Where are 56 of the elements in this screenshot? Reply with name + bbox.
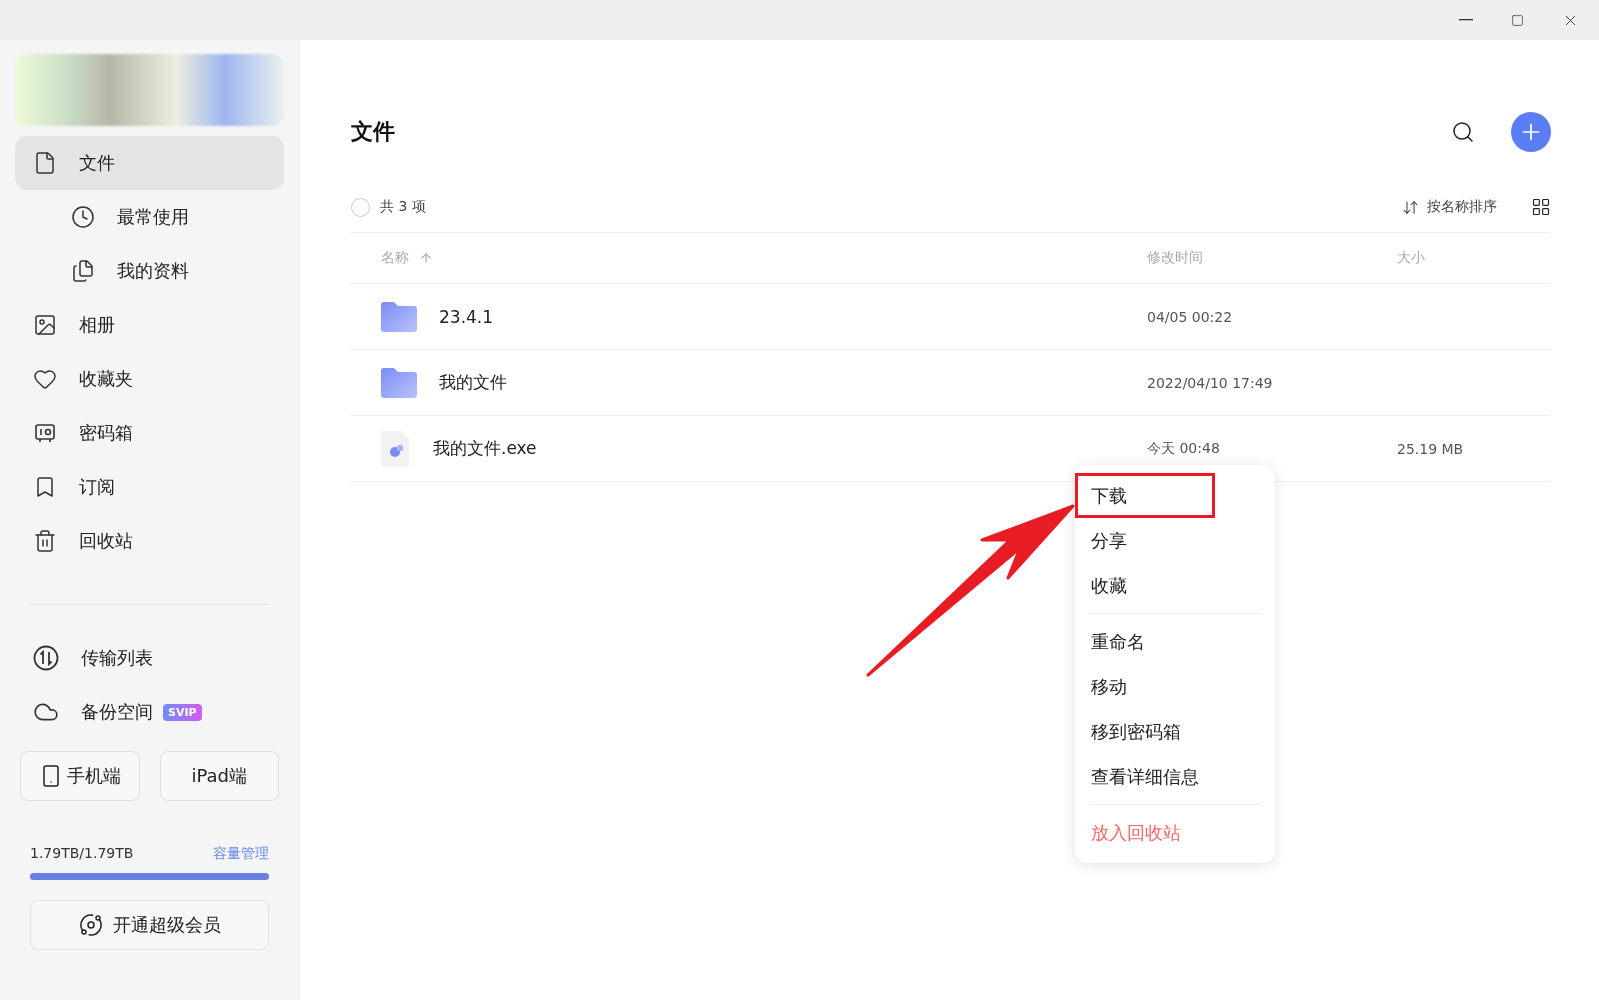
file-name: 23.4.1 [439,306,494,327]
exe-file-icon [381,430,411,467]
grid-icon [1531,197,1551,217]
clock-icon [71,205,95,229]
heart-icon [33,367,57,391]
folder-icon [381,367,417,398]
maximize-icon [1511,13,1524,27]
file-size: 25.19 MB [1397,440,1465,457]
sidebar-item[interactable]: 密码箱 [15,406,284,460]
device-button[interactable]: 手机端 [20,751,140,801]
file-row[interactable]: 23.4.1 04/05 00:22 [351,284,1551,350]
sort-arrow-icon [419,251,433,265]
file-icon [33,151,57,175]
menu-item[interactable]: 重命名 [1075,619,1275,664]
modified-time: 2022/04/10 17:49 [1147,374,1274,391]
search-icon [1451,120,1475,144]
menu-item[interactable]: 查看详细信息 [1075,754,1275,799]
sidebar-item[interactable]: 收藏夹 [15,352,284,406]
vip-button[interactable]: 开通超级会员 [30,900,269,950]
add-button[interactable] [1511,112,1551,152]
menu-item[interactable]: 移动 [1075,664,1275,709]
file-name: 我的文件 [439,371,507,394]
sidebar-item[interactable]: 我的资料 [15,244,284,298]
planet-icon [78,913,103,937]
safe-icon [33,421,57,445]
sidebar-item[interactable]: 订阅 [15,460,284,514]
sidebar-item[interactable]: 文件 [15,136,284,190]
folder-icon [381,301,417,332]
modified-time: 今天 00:48 [1147,439,1221,458]
maximize-button[interactable] [1511,13,1524,27]
transfer-icon [33,645,59,671]
file-name: 我的文件.exe [433,437,537,460]
menu-item[interactable]: 分享 [1075,518,1275,563]
storage-usage: 1.79TB/1.79TB [30,845,134,863]
device-button[interactable]: iPad端 [159,751,279,801]
file-row[interactable]: 我的文件 2022/04/10 17:49 [351,350,1551,416]
menu-item[interactable]: 移到密码箱 [1075,709,1275,754]
sidebar-item[interactable]: 相册 [15,298,284,352]
sidebar-item[interactable]: 备份空间 SVIP [15,685,284,739]
sort-icon [1402,198,1419,216]
sidebar-item[interactable]: 传输列表 [15,631,284,685]
sidebar-item[interactable]: 回收站 [15,514,284,568]
sort-button[interactable]: 按名称排序 [1396,197,1503,217]
grid-view-button[interactable] [1531,197,1551,217]
trash-icon [33,529,57,553]
menu-item[interactable]: 收藏 [1075,563,1275,608]
minimize-button[interactable] [1459,19,1473,21]
modified-time: 04/05 00:22 [1147,308,1234,325]
search-button[interactable] [1451,120,1475,144]
picture-icon [33,313,57,337]
svip-badge: SVIP [163,703,202,721]
minimize-icon [1459,19,1473,21]
item-count: 共 3 项 [380,198,426,216]
page-title: 文件 [351,118,395,146]
sidebar-item[interactable]: 最常使用 [15,190,284,244]
documents-icon [71,259,95,283]
